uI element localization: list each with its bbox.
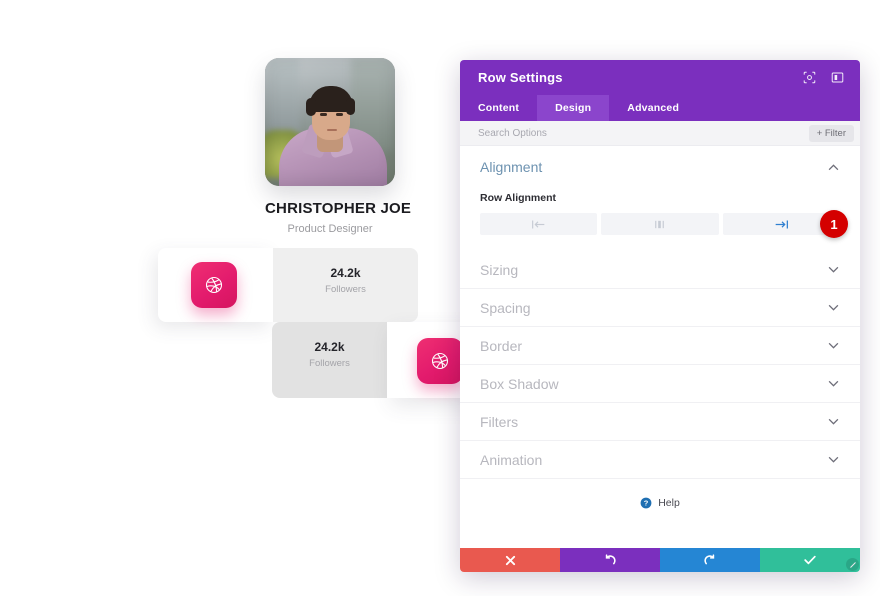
help-link[interactable]: ? Help xyxy=(460,479,860,527)
tab-design[interactable]: Design xyxy=(537,95,610,121)
search-input[interactable] xyxy=(478,127,809,139)
chevron-down-icon[interactable] xyxy=(826,339,840,353)
screen: CHRISTOPHER JOE Product Designer 24.2k F… xyxy=(0,0,880,596)
avatar xyxy=(265,58,395,186)
panel-tabs: Content Design Advanced xyxy=(460,95,860,121)
panel-footer xyxy=(460,548,860,572)
section-filters-header[interactable]: Filters xyxy=(460,403,860,441)
section-spacing: Spacing xyxy=(460,289,860,327)
section-filters: Filters xyxy=(460,403,860,441)
section-title: Animation xyxy=(480,451,543,468)
resize-grip-icon[interactable] xyxy=(846,558,859,571)
chevron-down-icon[interactable] xyxy=(826,263,840,277)
row-settings-panel: Row Settings Content Design Advanced Sea… xyxy=(460,60,860,572)
follower-card: 24.2k Followers xyxy=(158,248,418,322)
close-x-icon xyxy=(505,555,515,565)
panel-body: Alignment Row Alignment 1 Sizing Spacing… xyxy=(460,146,860,548)
section-title: Alignment xyxy=(480,159,543,175)
chevron-up-icon[interactable] xyxy=(826,160,840,174)
search-bar: + Filter xyxy=(460,121,860,146)
follower-label: Followers xyxy=(325,284,366,295)
section-title: Filters xyxy=(480,413,519,430)
section-animation-header[interactable]: Animation xyxy=(460,441,860,479)
chevron-down-icon[interactable] xyxy=(826,415,840,429)
follower-stats: 24.2k Followers xyxy=(272,340,387,369)
section-box-shadow: Box Shadow xyxy=(460,365,860,403)
filter-button[interactable]: + Filter xyxy=(808,124,854,142)
undo-button[interactable] xyxy=(560,548,660,572)
section-border: Border xyxy=(460,327,860,365)
chevron-down-icon[interactable] xyxy=(826,301,840,315)
follower-stats: 24.2k Followers xyxy=(273,266,418,295)
section-spacing-header[interactable]: Spacing xyxy=(460,289,860,327)
row-alignment-options xyxy=(480,213,840,235)
section-sizing-header[interactable]: Sizing xyxy=(460,251,860,289)
follower-count: 24.2k xyxy=(314,340,345,354)
section-border-header[interactable]: Border xyxy=(460,327,860,365)
save-button[interactable] xyxy=(760,548,860,572)
section-alignment: Alignment Row Alignment 1 xyxy=(460,146,860,251)
tab-content[interactable]: Content xyxy=(460,95,537,121)
align-left-icon[interactable] xyxy=(480,213,598,235)
panel-header: Row Settings xyxy=(460,60,860,95)
dribbble-icon xyxy=(191,262,237,308)
panel-title: Row Settings xyxy=(478,70,563,85)
tab-advanced[interactable]: Advanced xyxy=(609,95,697,121)
section-box-shadow-header[interactable]: Box Shadow xyxy=(460,365,860,403)
page-mockup: CHRISTOPHER JOE Product Designer 24.2k F… xyxy=(0,0,532,596)
profile-name: CHRISTOPHER JOE xyxy=(265,200,412,217)
align-center-icon[interactable] xyxy=(601,213,719,235)
row-alignment-field: Row Alignment 1 xyxy=(460,188,860,251)
section-sizing: Sizing xyxy=(460,251,860,289)
redo-button[interactable] xyxy=(660,548,760,572)
dribbble-icon xyxy=(417,338,463,384)
callout-badge-1: 1 xyxy=(820,210,848,238)
section-title: Spacing xyxy=(480,299,531,316)
section-title: Sizing xyxy=(480,261,519,278)
help-label: Help xyxy=(658,497,680,509)
undo-arrow-icon xyxy=(605,554,616,565)
follower-count: 24.2k xyxy=(330,266,361,280)
checkmark-icon xyxy=(804,555,816,565)
responsive-view-icon[interactable] xyxy=(798,67,820,89)
cancel-button[interactable] xyxy=(460,548,560,572)
svg-text:?: ? xyxy=(644,499,649,508)
row-alignment-label: Row Alignment xyxy=(480,192,557,204)
panel-layout-icon[interactable] xyxy=(826,67,848,89)
section-animation: Animation xyxy=(460,441,860,479)
section-title: Box Shadow xyxy=(480,375,559,392)
profile-role: Product Designer xyxy=(287,223,373,235)
chevron-down-icon[interactable] xyxy=(826,377,840,391)
help-question-icon: ? xyxy=(640,497,652,509)
redo-arrow-icon xyxy=(704,554,715,565)
section-alignment-header[interactable]: Alignment xyxy=(460,146,860,188)
section-title: Border xyxy=(480,337,523,354)
profile-card: CHRISTOPHER JOE Product Designer xyxy=(265,58,412,235)
chevron-down-icon[interactable] xyxy=(826,453,840,467)
follower-label: Followers xyxy=(309,358,350,369)
